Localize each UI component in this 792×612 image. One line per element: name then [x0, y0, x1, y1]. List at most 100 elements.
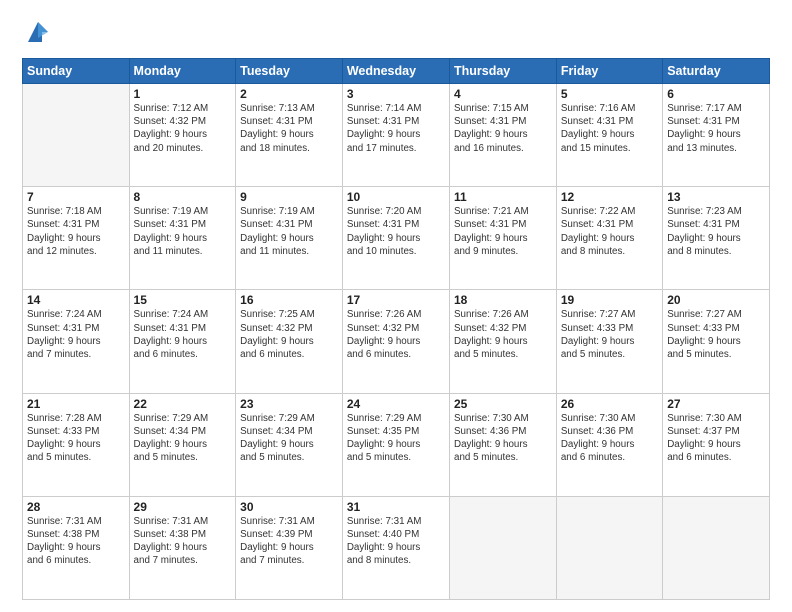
weekday-header: Friday: [556, 59, 662, 84]
day-info: Sunrise: 7:26 AM Sunset: 4:32 PM Dayligh…: [347, 308, 445, 361]
calendar-day-cell: [556, 496, 662, 599]
day-number: 17: [347, 293, 445, 307]
day-info: Sunrise: 7:24 AM Sunset: 4:31 PM Dayligh…: [27, 308, 125, 361]
day-info: Sunrise: 7:14 AM Sunset: 4:31 PM Dayligh…: [347, 102, 445, 155]
calendar-week-row: 1Sunrise: 7:12 AM Sunset: 4:32 PM Daylig…: [23, 84, 770, 187]
calendar-day-cell: 1Sunrise: 7:12 AM Sunset: 4:32 PM Daylig…: [129, 84, 236, 187]
calendar-day-cell: 6Sunrise: 7:17 AM Sunset: 4:31 PM Daylig…: [663, 84, 770, 187]
day-info: Sunrise: 7:16 AM Sunset: 4:31 PM Dayligh…: [561, 102, 658, 155]
day-number: 8: [134, 190, 232, 204]
calendar-day-cell: 15Sunrise: 7:24 AM Sunset: 4:31 PM Dayli…: [129, 290, 236, 393]
day-number: 23: [240, 397, 338, 411]
day-info: Sunrise: 7:27 AM Sunset: 4:33 PM Dayligh…: [667, 308, 765, 361]
day-number: 18: [454, 293, 552, 307]
weekday-header: Sunday: [23, 59, 130, 84]
day-info: Sunrise: 7:26 AM Sunset: 4:32 PM Dayligh…: [454, 308, 552, 361]
day-number: 16: [240, 293, 338, 307]
day-info: Sunrise: 7:31 AM Sunset: 4:38 PM Dayligh…: [134, 515, 232, 568]
calendar-day-cell: 2Sunrise: 7:13 AM Sunset: 4:31 PM Daylig…: [236, 84, 343, 187]
calendar-day-cell: 10Sunrise: 7:20 AM Sunset: 4:31 PM Dayli…: [342, 187, 449, 290]
calendar-day-cell: 9Sunrise: 7:19 AM Sunset: 4:31 PM Daylig…: [236, 187, 343, 290]
calendar-day-cell: 24Sunrise: 7:29 AM Sunset: 4:35 PM Dayli…: [342, 393, 449, 496]
calendar-week-row: 21Sunrise: 7:28 AM Sunset: 4:33 PM Dayli…: [23, 393, 770, 496]
calendar-day-cell: 11Sunrise: 7:21 AM Sunset: 4:31 PM Dayli…: [450, 187, 557, 290]
calendar-day-cell: 8Sunrise: 7:19 AM Sunset: 4:31 PM Daylig…: [129, 187, 236, 290]
day-info: Sunrise: 7:29 AM Sunset: 4:35 PM Dayligh…: [347, 412, 445, 465]
day-info: Sunrise: 7:29 AM Sunset: 4:34 PM Dayligh…: [134, 412, 232, 465]
calendar-day-cell: [23, 84, 130, 187]
day-number: 26: [561, 397, 658, 411]
day-number: 2: [240, 87, 338, 101]
day-info: Sunrise: 7:21 AM Sunset: 4:31 PM Dayligh…: [454, 205, 552, 258]
calendar-week-row: 28Sunrise: 7:31 AM Sunset: 4:38 PM Dayli…: [23, 496, 770, 599]
day-info: Sunrise: 7:29 AM Sunset: 4:34 PM Dayligh…: [240, 412, 338, 465]
day-number: 29: [134, 500, 232, 514]
day-info: Sunrise: 7:23 AM Sunset: 4:31 PM Dayligh…: [667, 205, 765, 258]
weekday-header: Thursday: [450, 59, 557, 84]
calendar-week-row: 7Sunrise: 7:18 AM Sunset: 4:31 PM Daylig…: [23, 187, 770, 290]
header: [22, 18, 770, 48]
calendar-day-cell: [450, 496, 557, 599]
day-number: 7: [27, 190, 125, 204]
calendar-day-cell: 5Sunrise: 7:16 AM Sunset: 4:31 PM Daylig…: [556, 84, 662, 187]
calendar-table: SundayMondayTuesdayWednesdayThursdayFrid…: [22, 58, 770, 600]
day-info: Sunrise: 7:13 AM Sunset: 4:31 PM Dayligh…: [240, 102, 338, 155]
day-number: 28: [27, 500, 125, 514]
calendar-day-cell: 4Sunrise: 7:15 AM Sunset: 4:31 PM Daylig…: [450, 84, 557, 187]
day-number: 3: [347, 87, 445, 101]
day-number: 9: [240, 190, 338, 204]
weekday-header: Saturday: [663, 59, 770, 84]
page: SundayMondayTuesdayWednesdayThursdayFrid…: [0, 0, 792, 612]
day-number: 31: [347, 500, 445, 514]
day-info: Sunrise: 7:27 AM Sunset: 4:33 PM Dayligh…: [561, 308, 658, 361]
day-info: Sunrise: 7:31 AM Sunset: 4:38 PM Dayligh…: [27, 515, 125, 568]
calendar-day-cell: 23Sunrise: 7:29 AM Sunset: 4:34 PM Dayli…: [236, 393, 343, 496]
calendar-day-cell: 31Sunrise: 7:31 AM Sunset: 4:40 PM Dayli…: [342, 496, 449, 599]
calendar-day-cell: 19Sunrise: 7:27 AM Sunset: 4:33 PM Dayli…: [556, 290, 662, 393]
calendar-day-cell: [663, 496, 770, 599]
calendar-header-row: SundayMondayTuesdayWednesdayThursdayFrid…: [23, 59, 770, 84]
day-number: 19: [561, 293, 658, 307]
day-number: 13: [667, 190, 765, 204]
day-number: 20: [667, 293, 765, 307]
weekday-header: Tuesday: [236, 59, 343, 84]
day-info: Sunrise: 7:30 AM Sunset: 4:36 PM Dayligh…: [561, 412, 658, 465]
day-number: 22: [134, 397, 232, 411]
day-number: 27: [667, 397, 765, 411]
day-number: 1: [134, 87, 232, 101]
day-info: Sunrise: 7:19 AM Sunset: 4:31 PM Dayligh…: [240, 205, 338, 258]
weekday-header: Wednesday: [342, 59, 449, 84]
day-info: Sunrise: 7:20 AM Sunset: 4:31 PM Dayligh…: [347, 205, 445, 258]
weekday-header: Monday: [129, 59, 236, 84]
calendar-day-cell: 3Sunrise: 7:14 AM Sunset: 4:31 PM Daylig…: [342, 84, 449, 187]
calendar-day-cell: 12Sunrise: 7:22 AM Sunset: 4:31 PM Dayli…: [556, 187, 662, 290]
day-number: 5: [561, 87, 658, 101]
day-number: 12: [561, 190, 658, 204]
calendar-day-cell: 18Sunrise: 7:26 AM Sunset: 4:32 PM Dayli…: [450, 290, 557, 393]
day-number: 10: [347, 190, 445, 204]
calendar-day-cell: 30Sunrise: 7:31 AM Sunset: 4:39 PM Dayli…: [236, 496, 343, 599]
day-info: Sunrise: 7:18 AM Sunset: 4:31 PM Dayligh…: [27, 205, 125, 258]
day-info: Sunrise: 7:30 AM Sunset: 4:37 PM Dayligh…: [667, 412, 765, 465]
calendar-day-cell: 17Sunrise: 7:26 AM Sunset: 4:32 PM Dayli…: [342, 290, 449, 393]
calendar-day-cell: 13Sunrise: 7:23 AM Sunset: 4:31 PM Dayli…: [663, 187, 770, 290]
day-number: 14: [27, 293, 125, 307]
day-info: Sunrise: 7:31 AM Sunset: 4:39 PM Dayligh…: [240, 515, 338, 568]
day-info: Sunrise: 7:19 AM Sunset: 4:31 PM Dayligh…: [134, 205, 232, 258]
calendar-day-cell: 26Sunrise: 7:30 AM Sunset: 4:36 PM Dayli…: [556, 393, 662, 496]
calendar-day-cell: 20Sunrise: 7:27 AM Sunset: 4:33 PM Dayli…: [663, 290, 770, 393]
calendar-day-cell: 21Sunrise: 7:28 AM Sunset: 4:33 PM Dayli…: [23, 393, 130, 496]
day-number: 11: [454, 190, 552, 204]
day-info: Sunrise: 7:31 AM Sunset: 4:40 PM Dayligh…: [347, 515, 445, 568]
calendar-week-row: 14Sunrise: 7:24 AM Sunset: 4:31 PM Dayli…: [23, 290, 770, 393]
day-info: Sunrise: 7:24 AM Sunset: 4:31 PM Dayligh…: [134, 308, 232, 361]
day-number: 24: [347, 397, 445, 411]
day-number: 30: [240, 500, 338, 514]
day-number: 15: [134, 293, 232, 307]
day-number: 4: [454, 87, 552, 101]
day-info: Sunrise: 7:22 AM Sunset: 4:31 PM Dayligh…: [561, 205, 658, 258]
day-info: Sunrise: 7:12 AM Sunset: 4:32 PM Dayligh…: [134, 102, 232, 155]
day-info: Sunrise: 7:28 AM Sunset: 4:33 PM Dayligh…: [27, 412, 125, 465]
calendar-day-cell: 25Sunrise: 7:30 AM Sunset: 4:36 PM Dayli…: [450, 393, 557, 496]
calendar-day-cell: 14Sunrise: 7:24 AM Sunset: 4:31 PM Dayli…: [23, 290, 130, 393]
